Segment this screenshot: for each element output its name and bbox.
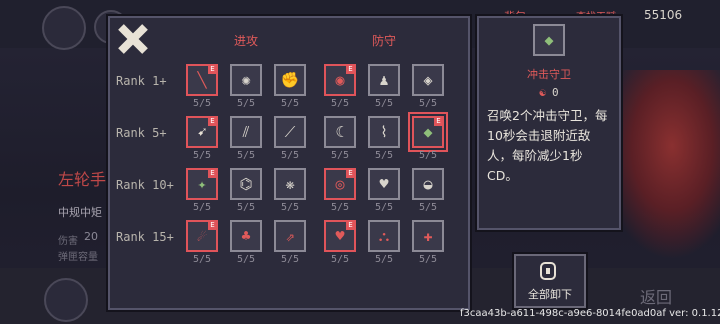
talent-panel: 进攻 防守 Rank 1+ Rank 5+ Rank 10+ Rank 15+ …	[108, 16, 470, 310]
bottom-avatar-circle[interactable]	[44, 278, 88, 322]
equipped-badge: E	[346, 65, 355, 74]
talent-info-panel: ◆ 冲击守卫 ☯ 0 召唤2个冲击守卫，每10秒会击退附近敌人，每阶减少1秒CD。	[477, 16, 621, 230]
coin-icon: ☯	[539, 86, 546, 99]
talent-slot[interactable]: ◉ E	[324, 64, 356, 96]
talent-description: 召唤2个冲击守卫，每10秒会击退附近敌人，每阶减少1秒CD。	[487, 108, 608, 183]
rank-label: Rank 5+	[116, 126, 167, 140]
avatar-circle[interactable]	[42, 6, 86, 50]
talent-slot[interactable]: ☄ E	[186, 220, 218, 252]
weapon-type: 中规中矩	[58, 206, 102, 219]
version-text: f3caa43b-a611-498c-a9e6-8014fe0ad0af ver…	[460, 308, 720, 319]
unequip-icon	[540, 262, 556, 280]
level-text: 5/5	[330, 254, 350, 265]
talent-name: 冲击守卫	[527, 68, 571, 81]
level-text: 5/5	[330, 98, 350, 109]
stat-damage-label: 伤害	[58, 236, 78, 247]
talent-slot[interactable]: ⛬	[368, 220, 400, 252]
currency-value: 55106	[644, 8, 683, 22]
level-text: 5/5	[192, 98, 212, 109]
level-text: 5/5	[280, 254, 300, 265]
level-text: 5/5	[236, 202, 256, 213]
talent-slot[interactable]: ◎ E	[324, 168, 356, 200]
talent-slot-selected[interactable]: ◆ E	[408, 112, 448, 152]
rank-label: Rank 15+	[116, 230, 174, 244]
talent-slot[interactable]: ◒	[412, 168, 444, 200]
stat-damage-value: 20	[84, 230, 98, 243]
talent-slot[interactable]: ♣	[230, 220, 262, 252]
rank-label: Rank 1+	[116, 74, 167, 88]
talent-slot[interactable]: ♟	[368, 64, 400, 96]
stat-ammo-label: 弹匣容量	[58, 252, 98, 263]
level-text: 5/5	[330, 150, 350, 161]
level-text: 5/5	[280, 150, 300, 161]
level-text: 5/5	[418, 202, 438, 213]
equipped-badge: E	[346, 169, 355, 178]
level-text: 5/5	[236, 150, 256, 161]
equipped-badge: E	[208, 65, 217, 74]
talent-slot[interactable]: ♥	[368, 168, 400, 200]
level-text: 5/5	[374, 202, 394, 213]
column-attack-label: 进攻	[234, 34, 259, 48]
talent-cost-value: 0	[552, 86, 559, 99]
level-text: 5/5	[192, 254, 212, 265]
level-text: 5/5	[330, 202, 350, 213]
talent-slot[interactable]: ♥ E	[324, 220, 356, 252]
talent-slot[interactable]: ╲ E	[186, 64, 218, 96]
equipped-badge: E	[346, 221, 355, 230]
talent-slot[interactable]: ❋	[274, 168, 306, 200]
level-text: 5/5	[236, 98, 256, 109]
unequip-all-button[interactable]: 全部卸下	[514, 254, 586, 308]
talent-slot[interactable]: ➹ E	[186, 116, 218, 148]
talent-slot[interactable]: ⫽	[230, 116, 262, 148]
level-text: 5/5	[236, 254, 256, 265]
level-text: 5/5	[192, 202, 212, 213]
equipped-badge: E	[208, 221, 217, 230]
talent-slot[interactable]: ✊	[274, 64, 306, 96]
talent-slot[interactable]: ◈	[412, 64, 444, 96]
talent-slot[interactable]: ⟋	[274, 116, 306, 148]
unequip-all-label: 全部卸下	[528, 288, 572, 301]
level-text: 5/5	[418, 254, 438, 265]
level-text: 5/5	[374, 254, 394, 265]
equipped-badge: E	[208, 117, 217, 126]
weapon-name: 左轮手	[58, 170, 107, 189]
talent-slot[interactable]: ⌇	[368, 116, 400, 148]
back-button[interactable]: 返回	[640, 284, 672, 308]
level-text: 5/5	[280, 98, 300, 109]
level-text: 5/5	[374, 150, 394, 161]
level-text: 5/5	[374, 98, 394, 109]
close-icon[interactable]	[116, 22, 150, 56]
shield-guard-icon: ◆	[533, 24, 565, 56]
equipped-badge: E	[208, 169, 217, 178]
talent-slot[interactable]: ✺	[230, 64, 262, 96]
level-text: 5/5	[418, 150, 438, 161]
talent-slot[interactable]: ☾	[324, 116, 356, 148]
talent-cost: ☯ 0	[479, 86, 619, 99]
level-text: 5/5	[280, 202, 300, 213]
level-text: 5/5	[192, 150, 212, 161]
talent-slot[interactable]: ✦ E	[186, 168, 218, 200]
level-text: 5/5	[418, 98, 438, 109]
equipped-badge: E	[434, 117, 443, 126]
column-defense-label: 防守	[372, 34, 397, 48]
talent-slot[interactable]: ✚	[412, 220, 444, 252]
talent-slot[interactable]: ⇗	[274, 220, 306, 252]
talent-slot[interactable]: ⌬	[230, 168, 262, 200]
rank-label: Rank 10+	[116, 178, 174, 192]
